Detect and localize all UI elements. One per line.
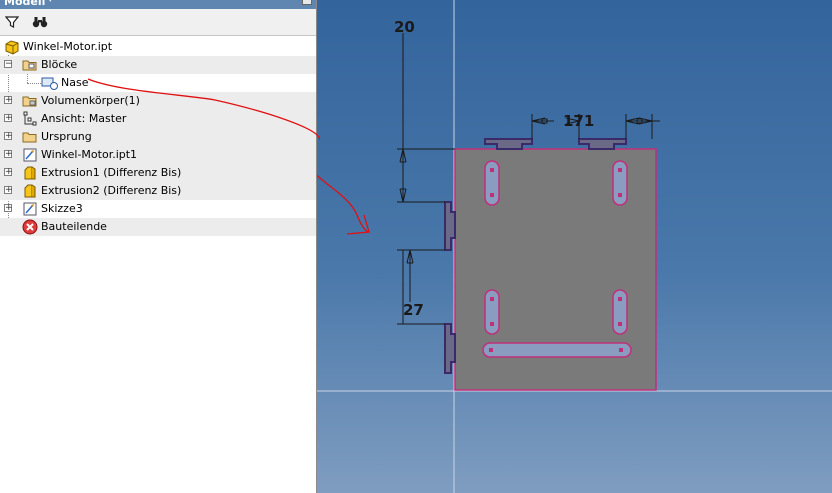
dimension-171-text[interactable]: 171	[563, 112, 594, 130]
slot-upper-right[interactable]	[612, 160, 628, 206]
slot-upper-left[interactable]	[484, 160, 500, 206]
expand-toggle[interactable]: +	[4, 150, 13, 159]
tree-item-part[interactable]: Winkel-Motor.ipt	[0, 38, 316, 56]
tree-item-label: Winkel-Motor.ipt	[23, 40, 113, 53]
part-icon	[4, 39, 20, 55]
tree-item-label: Winkel-Motor.ipt1	[41, 148, 138, 161]
sketch-icon	[22, 201, 38, 217]
dimension-20-text[interactable]: 20	[394, 18, 415, 36]
tree-item-nase[interactable]: Nase	[0, 74, 316, 92]
dimension-20[interactable]	[397, 33, 455, 203]
binoculars-icon[interactable]	[30, 13, 50, 31]
tree-item-ansicht[interactable]: + Ansicht: Master	[0, 110, 316, 128]
panel-menu-dropdown[interactable]: ▾	[48, 0, 53, 5]
slot-center-point	[618, 168, 622, 172]
expand-toggle[interactable]: +	[4, 186, 13, 195]
slot-center-point	[490, 193, 494, 197]
slot-center-point	[490, 168, 494, 172]
slot-center-point	[618, 297, 622, 301]
graphics-viewport[interactable]: 20 27 171	[317, 0, 832, 493]
expand-toggle[interactable]: +	[4, 168, 13, 177]
tab-top-left[interactable]	[484, 138, 533, 150]
block-icon	[41, 75, 58, 91]
model-browser-panel: Modell ▾ Winkel-Motor.ipt − Blöcke Nase …	[0, 0, 317, 493]
slot-center-point	[619, 348, 623, 352]
end-of-part-icon	[22, 219, 38, 235]
tree-item-label: Extrusion1 (Differenz Bis)	[41, 166, 182, 179]
expand-toggle[interactable]: +	[4, 204, 13, 213]
tree-item-ursprung[interactable]: + Ursprung	[0, 128, 316, 146]
extrusion-icon	[22, 183, 38, 199]
tab-top-right[interactable]	[578, 138, 627, 150]
tree-item-label: Nase	[61, 76, 89, 89]
tree-item-label: Skizze3	[41, 202, 83, 215]
tree-item-label: Volumenkörper(1)	[41, 94, 140, 107]
filter-icon[interactable]	[2, 13, 22, 31]
tree-item-label: Extrusion2 (Differenz Bis)	[41, 184, 182, 197]
tree-item-label: Bauteilende	[41, 220, 107, 233]
tree-item-skizze3[interactable]: + Skizze3	[0, 200, 316, 218]
panel-title[interactable]: Modell	[4, 0, 45, 8]
view-icon	[22, 111, 38, 127]
slot-center-point	[618, 322, 622, 326]
tree-item-extrusion2[interactable]: + Extrusion2 (Differenz Bis)	[0, 182, 316, 200]
tree-item-label: Blöcke	[41, 58, 78, 71]
collapse-toggle[interactable]: −	[4, 60, 13, 69]
tree-item-label: Ursprung	[41, 130, 92, 143]
cad-drawing[interactable]: 20 27 171	[317, 0, 832, 493]
expand-toggle[interactable]: +	[4, 114, 13, 123]
tree-item-extrusion1[interactable]: + Extrusion1 (Differenz Bis)	[0, 164, 316, 182]
slot-center-point	[618, 193, 622, 197]
tree-item-label: Ansicht: Master	[41, 112, 127, 125]
folder-icon	[22, 93, 38, 109]
tree-item-bloecke[interactable]: − Blöcke	[0, 56, 316, 74]
slot-lower-left[interactable]	[484, 289, 500, 335]
tree-item-winkel-motor-sketch[interactable]: + Winkel-Motor.ipt1	[0, 146, 316, 164]
dimension-27-text[interactable]: 27	[403, 301, 424, 319]
slot-center-point	[489, 348, 493, 352]
expand-toggle[interactable]: +	[4, 132, 13, 141]
annotation-arrow	[317, 174, 370, 233]
slot-center-point	[490, 322, 494, 326]
model-tree: Winkel-Motor.ipt − Blöcke Nase + Volumen…	[0, 37, 316, 493]
slot-lower-right[interactable]	[612, 289, 628, 335]
panel-pin-icon[interactable]	[302, 0, 312, 5]
slot-center-point	[490, 297, 494, 301]
tree-item-bauteilende[interactable]: Bauteilende	[0, 218, 316, 236]
dimension-171[interactable]	[531, 114, 660, 139]
folder-icon	[22, 129, 38, 145]
tree-item-volumenkoerper[interactable]: + Volumenkörper(1)	[0, 92, 316, 110]
panel-header: Modell ▾	[0, 0, 316, 9]
slot-horizontal[interactable]	[482, 342, 632, 358]
sketch-icon	[22, 147, 38, 163]
browser-toolbar	[0, 9, 316, 36]
extrusion-icon	[22, 165, 38, 181]
folder-open-icon	[22, 57, 38, 73]
expand-toggle[interactable]: +	[4, 96, 13, 105]
